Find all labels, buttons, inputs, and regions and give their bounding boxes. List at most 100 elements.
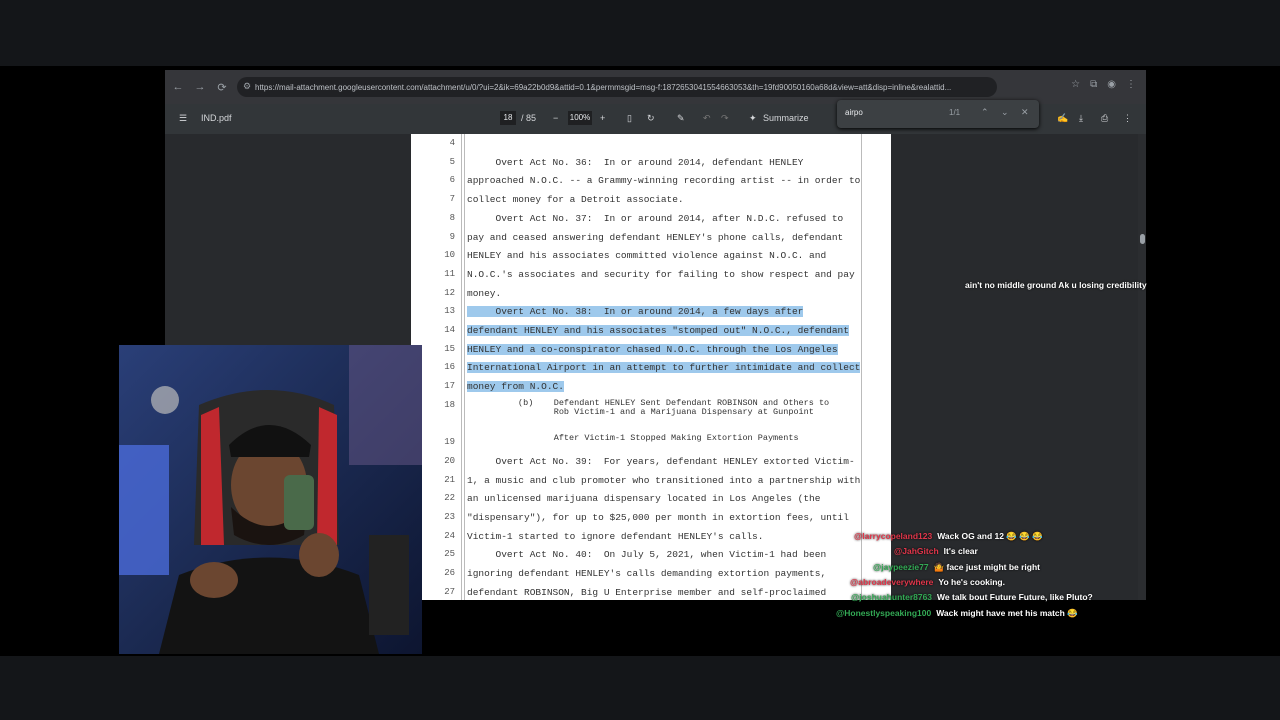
pdf-page: 4 5 Overt Act No. 36: In or around 2014, …	[411, 134, 891, 600]
document-line: "dispensary"), for up to $25,000 per mon…	[467, 512, 849, 523]
chat-message: @Honestlyspeaking100 Wack might have met …	[836, 608, 1078, 619]
pdf-filename: IND.pdf	[201, 113, 232, 123]
document-line: Victim-1 started to ignore defendant HEN…	[467, 530, 764, 542]
chat-username	[918, 280, 960, 288]
line-number: 5	[449, 156, 455, 167]
line-number: 9	[449, 231, 455, 242]
line-number: 8	[449, 212, 455, 223]
find-next-icon[interactable]: ⌄	[1001, 107, 1009, 118]
chat-text: Wack OG and 12 😂 😂 😂	[937, 531, 1043, 541]
document-line: Overt Act No. 40: On July 5, 2021, when …	[467, 549, 827, 561]
redo-icon[interactable]: ↷	[721, 113, 729, 124]
webcam-image	[119, 345, 422, 654]
fit-page-icon[interactable]: ▯	[627, 113, 632, 124]
document-line: defendant HENLEY and his associates "sto…	[467, 325, 849, 336]
chat-message: @larrycopeland123 Wack OG and 12 😂 😂 😂	[854, 531, 1043, 542]
chat-username: @jaypeezie77	[873, 562, 929, 572]
zoom-out-icon[interactable]: −	[553, 113, 558, 123]
chat-message: @JahGitch It's clear	[894, 546, 978, 556]
chat-username: @larrycopeland123	[854, 531, 933, 541]
download-icon[interactable]: ⤓	[1079, 113, 1083, 124]
document-line: pay and ceased answering defendant HENLE…	[467, 231, 844, 243]
browser-actions: ☆ ⧉ ◉ ⋮	[1071, 79, 1136, 90]
scrollbar[interactable]	[1138, 134, 1146, 600]
document-line: an unlicensed marijuana dispensary locat…	[467, 493, 821, 505]
find-close-icon[interactable]: ✕	[1021, 107, 1029, 118]
reload-icon[interactable]: ⟳	[213, 81, 231, 94]
bookmark-star-icon[interactable]: ☆	[1071, 79, 1080, 90]
chat-username: @Honestlyspeaking100	[836, 608, 932, 618]
chat-message: @abroadeverywhere Yo he's cooking.	[850, 577, 1005, 587]
sign-icon[interactable]: ✍	[1057, 113, 1068, 124]
back-icon[interactable]: ←	[169, 81, 187, 93]
hamburger-menu-icon[interactable]: ☰	[179, 113, 187, 124]
scrollbar-thumb[interactable]	[1140, 234, 1145, 244]
document-line: International Airport in an attempt to f…	[467, 362, 861, 374]
document-line: Rob Victim-1 and a Marijuana Dispensary …	[467, 406, 814, 417]
document-line: collect money for a Detroit associate.	[467, 194, 684, 206]
document-line: money.	[467, 287, 502, 299]
document-line: 1, a music and club promoter who transit…	[467, 474, 861, 486]
forward-icon[interactable]: →	[191, 81, 209, 93]
print-icon[interactable]: ⎙	[1101, 113, 1108, 124]
url-field[interactable]: ⚙ https://mail-attachment.googleusercont…	[237, 77, 997, 97]
letterbox-top	[0, 0, 1280, 66]
more-options-icon[interactable]: ⋮	[1123, 113, 1132, 124]
page-number-input[interactable]: 18	[500, 111, 516, 125]
chat-username: @joshuahunter8763	[851, 592, 933, 602]
chat-message: ain't no middle ground Ak u losing credi…	[918, 280, 1147, 290]
zoom-in-icon[interactable]: +	[600, 113, 605, 123]
find-bar: airpo 1/1 ⌃ ⌄ ✕	[837, 100, 1039, 128]
line-number: 13	[444, 306, 455, 317]
find-prev-icon[interactable]: ⌃	[981, 107, 989, 118]
url-text: https://mail-attachment.googleuserconten…	[255, 82, 952, 92]
undo-icon[interactable]: ↶	[703, 113, 711, 124]
document-line: HENLEY and his associates committed viol…	[467, 250, 827, 262]
chat-text: It's clear	[943, 546, 978, 556]
menu-dots-icon[interactable]: ⋮	[1126, 79, 1136, 90]
document-line: Overt Act No. 39: For years, defendant H…	[467, 455, 855, 467]
document-line: After Victim-1 Stopped Making Extortion …	[467, 433, 799, 444]
summarize-button[interactable]: Summarize	[763, 113, 809, 123]
line-number: 11	[444, 268, 455, 279]
line-number: 12	[444, 287, 455, 298]
document-line: money from N.O.C.	[467, 381, 564, 393]
chat-username: @abroadeverywhere	[850, 577, 934, 587]
address-bar: ← → ⟳ ⚙ https://mail-attachment.googleus…	[165, 70, 1146, 104]
chat-text: We talk bout Future Future, like Pluto?	[937, 592, 1093, 602]
rotate-icon[interactable]: ↻	[647, 113, 655, 124]
extensions-icon[interactable]: ⧉	[1090, 79, 1097, 90]
document-line: Overt Act No. 37: In or around 2014, aft…	[467, 212, 844, 224]
chat-text: ain't no middle ground Ak u losing credi…	[965, 280, 1147, 290]
document-line: Overt Act No. 38: In or around 2014, a f…	[467, 306, 804, 318]
webcam-overlay	[119, 345, 422, 654]
document-line: N.O.C.'s associates and security for fai…	[467, 268, 855, 280]
chat-text: Yo he's cooking.	[938, 577, 1005, 587]
site-info-icon[interactable]: ⚙	[243, 81, 251, 92]
margin-rule	[464, 134, 465, 600]
line-number: 10	[444, 250, 455, 261]
line-number: 7	[449, 194, 455, 205]
document-line: approached N.O.C. -- a Grammy-winning re…	[467, 175, 861, 187]
line-number: 4	[449, 138, 455, 148]
line-number: 14	[444, 325, 455, 335]
zoom-input[interactable]: 100%	[568, 111, 592, 125]
chat-text: Wack might have met his match 😂	[936, 608, 1078, 618]
document-line: HENLEY and a co-conspirator chased N.O.C…	[467, 343, 838, 355]
document-line: ignoring defendant HENLEY's calls demand…	[467, 568, 827, 580]
chat-text: 🤷 face just might be right	[933, 562, 1041, 572]
document-line: defendant ROBINSON, Big U Enterprise mem…	[467, 586, 827, 598]
chat-message: @joshuahunter8763 We talk bout Future Fut…	[851, 592, 1093, 602]
profile-icon[interactable]: ◉	[1107, 79, 1116, 90]
find-input[interactable]: airpo	[845, 108, 863, 117]
annotate-icon[interactable]: ✎	[677, 113, 685, 124]
chat-username: @JahGitch	[894, 546, 939, 556]
line-number: 6	[449, 175, 455, 186]
chat-message: @jaypeezie77 🤷 face just might be right	[873, 562, 1040, 573]
margin-rule	[461, 134, 462, 600]
page-total: / 85	[521, 113, 537, 123]
find-count: 1/1	[949, 108, 961, 117]
letterbox-bottom	[0, 656, 1280, 720]
document-line: Overt Act No. 36: In or around 2014, def…	[467, 156, 804, 168]
summarize-icon[interactable]: ✦	[749, 113, 757, 124]
